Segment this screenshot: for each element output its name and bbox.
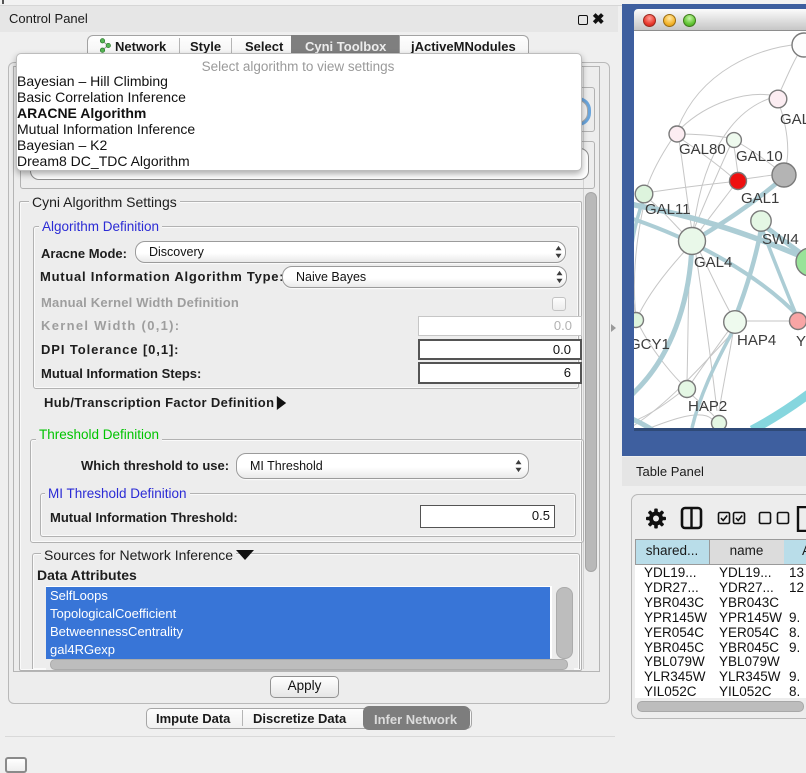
svg-text:SWI4: SWI4 (762, 231, 799, 248)
svg-text:GAL10: GAL10 (736, 148, 783, 165)
svg-text:GAL4: GAL4 (694, 254, 732, 271)
svg-text:Y: Y (796, 333, 806, 350)
svg-text:GCY1: GCY1 (634, 336, 670, 353)
svg-text:GAL2: GAL2 (780, 111, 806, 128)
svg-text:GAL1: GAL1 (741, 190, 779, 207)
svg-text:GAL11: GAL11 (645, 201, 691, 218)
svg-text:GAL80: GAL80 (679, 141, 726, 158)
svg-text:HAP2: HAP2 (688, 398, 727, 415)
svg-text:HAP4: HAP4 (737, 332, 776, 349)
